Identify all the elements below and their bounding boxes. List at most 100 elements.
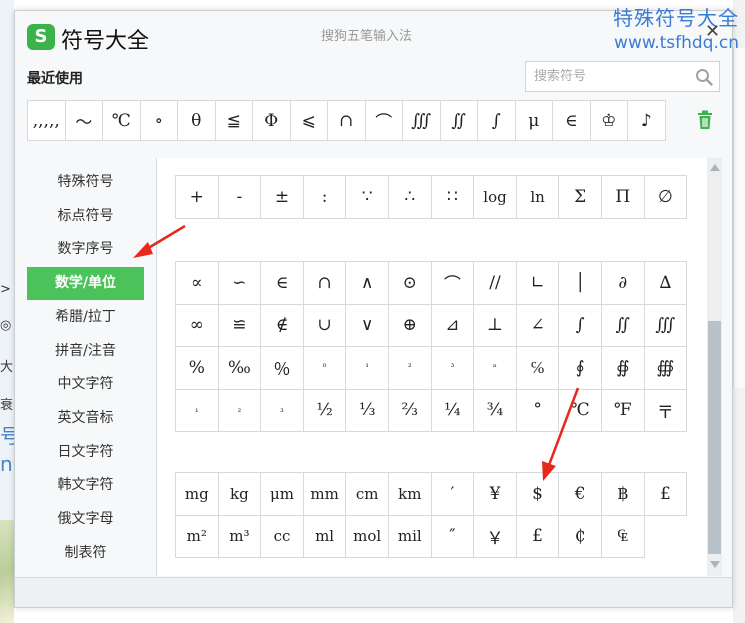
sidebar-item-category[interactable]: 日文字符 xyxy=(27,436,144,469)
symbol-cell[interactable]: ∷ xyxy=(431,176,475,219)
symbol-cell[interactable]: ∨ xyxy=(346,304,389,347)
symbol-cell[interactable]: ∝ xyxy=(176,262,219,305)
symbol-cell[interactable]: log xyxy=(474,176,517,219)
recent-symbol[interactable]: ～ xyxy=(64,100,103,141)
symbol-cell[interactable]: // xyxy=(474,262,517,305)
symbol-cell[interactable]: ％ xyxy=(261,347,304,390)
symbol-cell[interactable]: ⁰ xyxy=(303,347,347,390)
recent-symbol[interactable]: ∈ xyxy=(552,100,591,141)
symbol-cell[interactable]: ⊿ xyxy=(431,304,475,347)
sidebar-item-category[interactable]: 制表符 xyxy=(27,537,144,570)
symbol-cell[interactable]: kg xyxy=(218,473,262,516)
recent-symbol[interactable]: Φ xyxy=(252,100,291,141)
recent-symbol[interactable]: μ xyxy=(514,100,553,141)
search-box[interactable] xyxy=(525,61,720,92)
symbol-cell[interactable]: km xyxy=(389,473,432,516)
symbol-cell[interactable]: ฿ xyxy=(602,473,645,516)
symbol-cell[interactable]: ∪ xyxy=(303,304,347,347)
symbol-cell[interactable]: ℃ xyxy=(559,389,602,432)
recent-symbol[interactable]: ∫ xyxy=(477,100,516,141)
scroll-down-icon[interactable] xyxy=(710,561,720,568)
trash-icon[interactable] xyxy=(696,110,714,130)
symbol-cell[interactable]: ∯ xyxy=(602,347,645,390)
symbol-cell[interactable]: ∈ xyxy=(261,262,304,305)
symbol-cell[interactable]: ¥ xyxy=(474,473,517,516)
symbol-cell[interactable]: cm xyxy=(346,473,389,516)
symbol-cell[interactable]: ∆ xyxy=(644,262,688,305)
symbol-cell[interactable]: ∠ xyxy=(516,304,560,347)
sidebar-item-category[interactable]: 数学/单位 xyxy=(27,267,144,301)
symbol-cell[interactable]: £ xyxy=(516,515,560,558)
symbol-cell[interactable]: ‰ xyxy=(218,347,262,390)
symbol-cell[interactable]: $ xyxy=(516,473,560,516)
symbol-cell[interactable]: + xyxy=(176,176,219,219)
symbol-cell[interactable]: ⅓ xyxy=(346,389,389,432)
recent-symbol[interactable]: ∩ xyxy=(327,100,366,141)
symbol-cell[interactable]: ∩ xyxy=(303,262,347,305)
recent-symbol[interactable]: ∭ xyxy=(402,100,441,141)
sidebar-item-category[interactable]: 韩文字符 xyxy=(27,469,144,502)
symbol-cell[interactable]: ∵ xyxy=(346,176,389,219)
recent-symbol[interactable]: ≦ xyxy=(214,100,253,141)
symbol-cell[interactable]: : xyxy=(303,176,347,219)
sidebar-item-category[interactable]: 英文音标 xyxy=(27,402,144,435)
symbol-cell[interactable]: ln xyxy=(516,176,560,219)
symbol-cell[interactable]: ℉ xyxy=(602,389,645,432)
symbol-cell[interactable]: ″ xyxy=(431,515,475,558)
sidebar-item-category[interactable]: 标点符号 xyxy=(27,200,144,233)
symbol-cell[interactable]: μm xyxy=(261,473,304,516)
symbol-cell[interactable]: - xyxy=(218,176,262,219)
sidebar-item-category[interactable]: 俄文字母 xyxy=(27,503,144,536)
symbol-cell[interactable]: ∽ xyxy=(218,262,262,305)
symbol-cell[interactable]: ¼ xyxy=(431,389,475,432)
symbol-cell[interactable]: Π xyxy=(602,176,645,219)
recent-symbol[interactable]: ♪ xyxy=(627,100,666,141)
symbol-cell[interactable]: ¹ xyxy=(346,347,389,390)
sidebar-item-category[interactable]: 希腊/拉丁 xyxy=(27,301,144,334)
symbol-cell[interactable]: ³ xyxy=(431,347,475,390)
sidebar-item-category[interactable]: 中文字符 xyxy=(27,368,144,401)
symbol-cell[interactable]: ∬ xyxy=(602,304,645,347)
recent-symbol[interactable]: ∬ xyxy=(439,100,478,141)
symbol-cell[interactable]: ∰ xyxy=(644,347,688,390)
recent-symbol[interactable]: ⌒ xyxy=(364,100,403,141)
sidebar-item-category[interactable]: 拼音/注音 xyxy=(27,335,144,368)
symbol-cell[interactable]: mil xyxy=(389,515,432,558)
search-input[interactable] xyxy=(526,62,686,91)
recent-symbol[interactable]: ∘ xyxy=(139,100,178,141)
symbol-cell[interactable]: ∮ xyxy=(559,347,602,390)
symbol-cell[interactable]: € xyxy=(559,473,602,516)
symbol-cell[interactable]: ₂ xyxy=(218,389,262,432)
recent-symbol[interactable]: ♔ xyxy=(589,100,628,141)
symbol-cell[interactable]: ≌ xyxy=(218,304,262,347)
symbol-cell[interactable]: ∂ xyxy=(602,262,645,305)
symbol-cell[interactable]: ∴ xyxy=(389,176,432,219)
symbol-cell[interactable]: £ xyxy=(644,473,688,516)
symbol-cell[interactable]: ₠ xyxy=(602,515,645,558)
vertical-scrollbar[interactable] xyxy=(707,158,722,576)
recent-symbol[interactable]: ,,,,, xyxy=(27,100,66,141)
recent-symbol[interactable]: θ xyxy=(177,100,216,141)
symbol-cell[interactable]: ∫ xyxy=(559,304,602,347)
symbol-cell[interactable]: ℅ xyxy=(516,347,560,390)
symbol-cell[interactable]: cc xyxy=(261,515,304,558)
symbol-cell[interactable]: ⅔ xyxy=(389,389,432,432)
symbol-cell[interactable]: ′ xyxy=(431,473,475,516)
recent-symbol[interactable]: ⩽ xyxy=(289,100,328,141)
symbol-cell[interactable]: ⊥ xyxy=(474,304,517,347)
symbol-cell[interactable]: mg xyxy=(176,473,219,516)
symbol-cell[interactable]: ⊙ xyxy=(389,262,432,305)
symbol-cell[interactable]: ₵ xyxy=(559,515,602,558)
symbol-cell[interactable]: ² xyxy=(389,347,432,390)
symbol-cell[interactable]: │ xyxy=(559,262,602,305)
symbol-cell[interactable]: ∧ xyxy=(346,262,389,305)
symbol-cell[interactable]: ∅ xyxy=(644,176,688,219)
symbol-cell[interactable]: ₁ xyxy=(176,389,219,432)
symbol-cell[interactable]: mol xyxy=(346,515,389,558)
symbol-cell[interactable]: % xyxy=(176,347,219,390)
scroll-up-icon[interactable] xyxy=(710,164,720,171)
symbol-cell[interactable]: ₃ xyxy=(261,389,304,432)
sidebar-item-category[interactable]: 特殊符号 xyxy=(27,166,144,199)
recent-symbol[interactable]: ℃ xyxy=(102,100,141,141)
symbol-cell[interactable]: ⌒ xyxy=(431,262,475,305)
